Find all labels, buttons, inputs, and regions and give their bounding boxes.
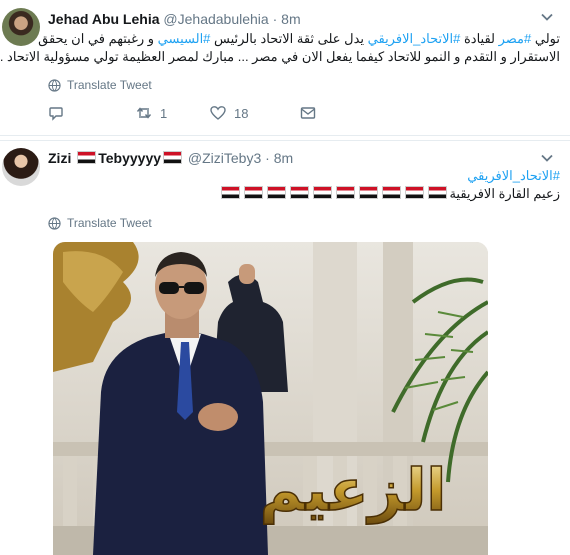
hashtag-link[interactable]: #السيسي (158, 31, 211, 46)
like-button[interactable]: 18 (210, 105, 300, 121)
globe-icon (48, 216, 61, 230)
egypt-flag-icon (244, 186, 264, 199)
globe-icon (48, 78, 61, 92)
tweet-text: تولي #مصر لقيادة #الاتحاد_الافريقي يدل ع… (0, 30, 560, 66)
avatar[interactable] (2, 148, 40, 186)
retweet-count: 1 (160, 105, 168, 121)
retweet-icon (136, 107, 152, 119)
hashtag-link[interactable]: #الاتحاد_الافريقي (48, 167, 560, 185)
translate-label[interactable]: Translate Tweet (67, 216, 152, 230)
author-handle[interactable]: @ZiziTeby3 (188, 150, 261, 166)
tweet-text-line-2: زعيم القارة الافريقية (48, 185, 560, 203)
tweet-time[interactable]: 8m (274, 150, 293, 166)
tweet-photo[interactable]: الزعيم (53, 242, 488, 555)
chevron-down-icon[interactable] (540, 151, 554, 165)
author-name[interactable]: Zizi Tebyyyyy (48, 150, 184, 166)
retweet-button[interactable]: 1 (136, 105, 210, 121)
egypt-flag-icon (77, 151, 97, 164)
avatar[interactable] (2, 8, 40, 46)
tweet-header: Jehad Abu Lehia @Jehadabulehia · 8m (48, 10, 301, 28)
egypt-flag-icon (336, 186, 356, 199)
egypt-flag-icon (382, 186, 402, 199)
photo-illustration: الزعيم (53, 242, 488, 555)
translate-label[interactable]: Translate Tweet (67, 78, 152, 92)
photo-caption-text: الزعيم (260, 456, 447, 525)
translate-tweet-link[interactable]: Translate Tweet (48, 216, 152, 230)
reply-button[interactable] (48, 105, 136, 121)
tweet-actions: 1 18 (48, 105, 316, 121)
envelope-icon (300, 107, 316, 119)
direct-message-button[interactable] (300, 105, 316, 121)
chevron-down-icon[interactable] (540, 10, 554, 24)
tweet-text-line-2: الاستقرار و التقدم و النمو للاتحاد كيفما… (0, 49, 560, 64)
text-segment: تولي (531, 31, 560, 46)
egypt-flag-row (219, 185, 449, 203)
egypt-flag-icon (359, 186, 379, 199)
author-name[interactable]: Jehad Abu Lehia (48, 11, 160, 27)
egypt-flag-icon (290, 186, 310, 199)
tweet-header: Zizi Tebyyyyy @ZiziTeby3 · 8m (48, 149, 293, 167)
tweet-time[interactable]: 8m (281, 11, 300, 27)
text-segment: و رغبتهم في ان يحقق (38, 31, 158, 46)
tweet-text-line-1: تولي #مصر لقيادة #الاتحاد_الافريقي يدل ع… (38, 30, 560, 48)
text-segment: لقيادة (460, 31, 499, 46)
text-segment: يدل على ثقة الاتحاد بالرئيس (210, 31, 368, 46)
egypt-flag-icon (221, 186, 241, 199)
tweet-text: #الاتحاد_الافريقي زعيم القارة الافريقية (48, 167, 560, 203)
translate-tweet-link[interactable]: Translate Tweet (48, 78, 152, 92)
egypt-flag-icon (405, 186, 425, 199)
egypt-flag-icon (428, 186, 448, 199)
tweet-jehad[interactable]: Jehad Abu Lehia @Jehadabulehia · 8m تولي… (0, 0, 570, 136)
like-count: 18 (234, 105, 249, 121)
hashtag-link[interactable]: #الاتحاد_الافريقي (368, 31, 461, 46)
heart-icon (210, 106, 226, 120)
reply-icon (49, 107, 63, 121)
text-segment: زعيم القارة الافريقية (449, 186, 560, 201)
tweet-zizi[interactable]: Zizi Tebyyyyy @ZiziTeby3 · 8m #الاتحاد_ا… (0, 140, 570, 555)
egypt-flag-icon (163, 151, 183, 164)
egypt-flag-icon (313, 186, 333, 199)
separator-dot: · (265, 150, 270, 166)
author-name-part: Zizi (48, 150, 72, 166)
author-name-part: Tebyyyyy (98, 150, 162, 166)
separator-dot: · (272, 11, 278, 27)
author-handle[interactable]: @Jehadabulehia (163, 11, 268, 27)
egypt-flag-icon (267, 186, 287, 199)
hashtag-link[interactable]: #مصر (499, 31, 532, 46)
